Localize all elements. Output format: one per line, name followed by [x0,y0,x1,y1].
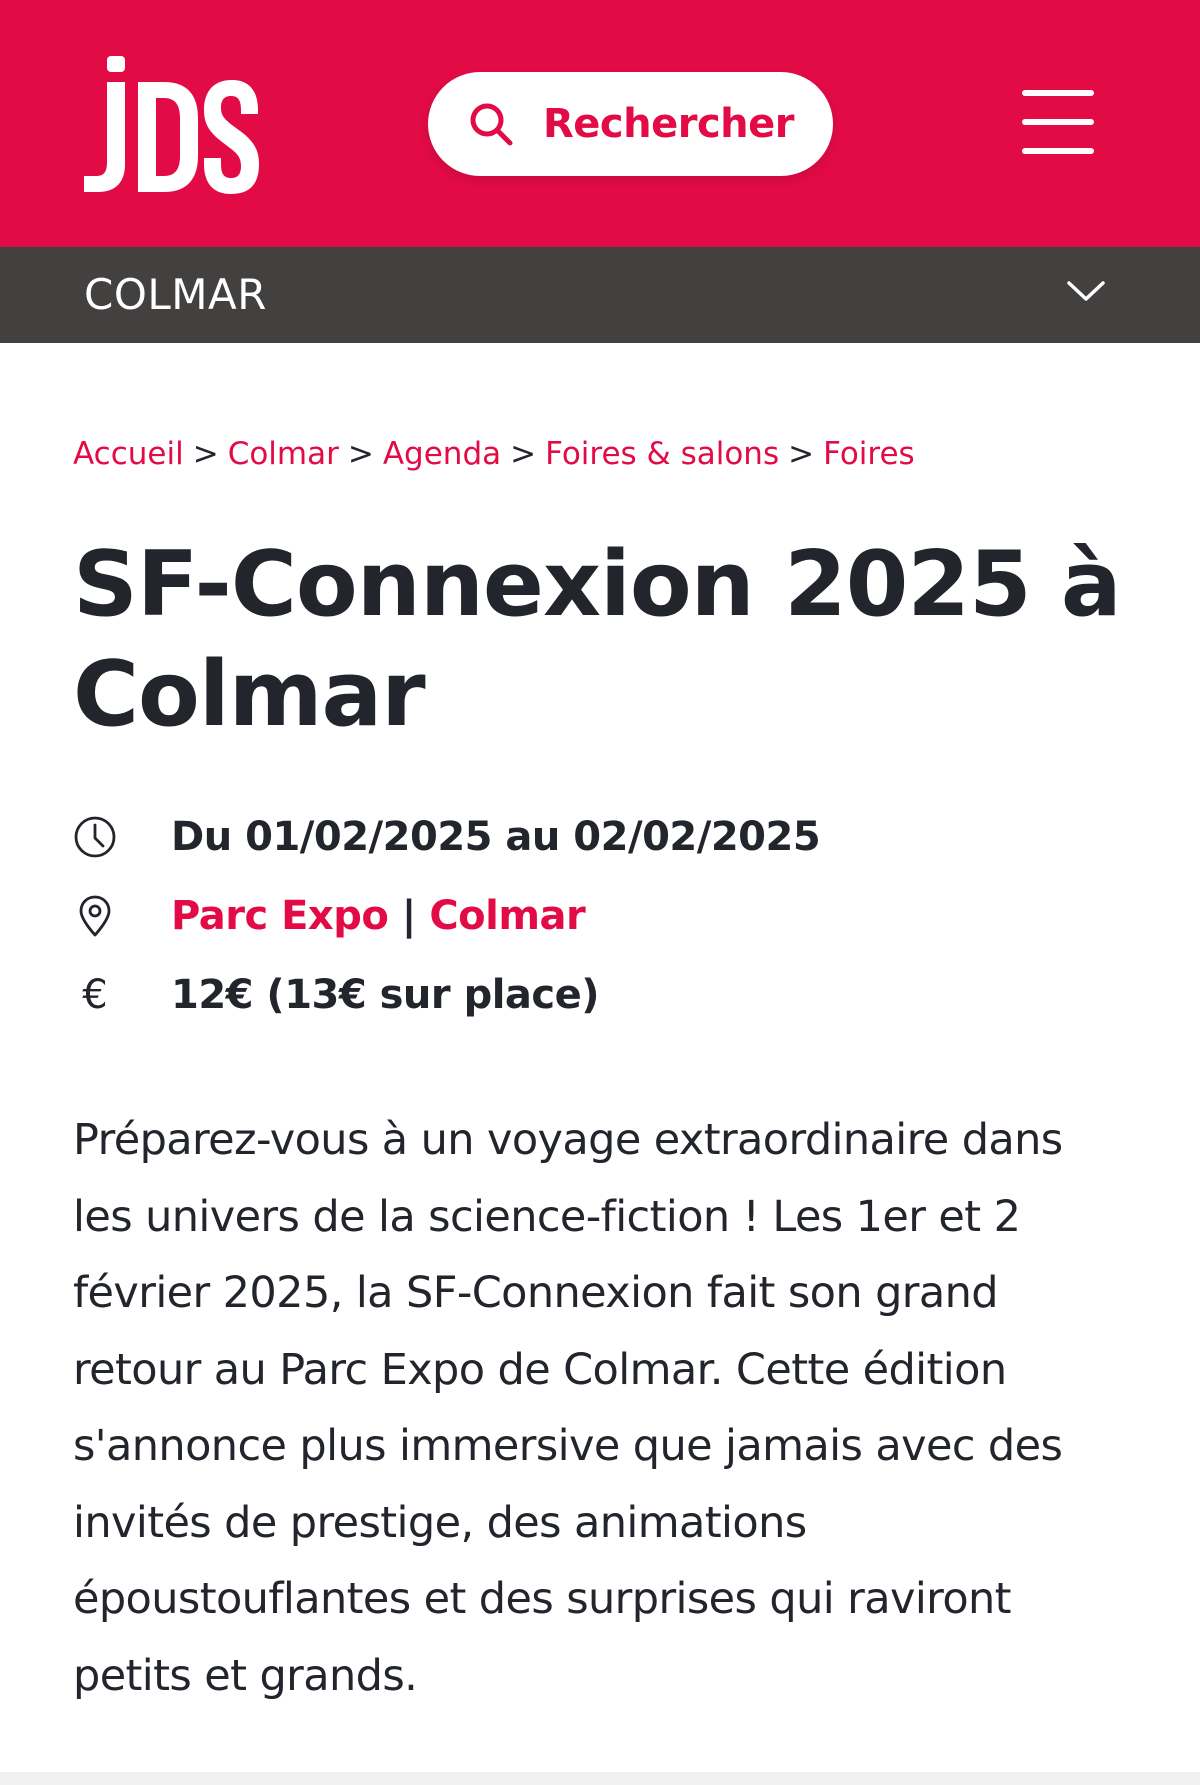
breadcrumb-separator: > [788,436,815,472]
event-description: Préparez-vous à un voyage extraordinaire… [73,1115,1063,1701]
menu-line [1022,90,1094,96]
city-selector[interactable]: COLMAR [0,247,1200,343]
city-link[interactable]: Colmar [429,893,585,939]
venue-separator: | [401,893,417,939]
jds-logo-graphic [84,56,259,194]
event-dates: Du 01/02/2025 au 02/02/2025 [171,814,821,860]
site-header: Rechercher [0,0,1200,247]
site-logo[interactable] [80,52,260,194]
breadcrumb-item-colmar[interactable]: Colmar [228,436,339,472]
chevron-down-icon [1067,281,1105,301]
breadcrumb-separator: > [510,436,537,472]
search-label: Rechercher [542,101,795,147]
clock-icon [73,815,117,859]
bottom-divider [0,1772,1200,1785]
map-pin-icon [73,894,117,938]
breadcrumb-separator: > [347,436,374,472]
menu-line [1022,119,1094,125]
breadcrumb-item-agenda[interactable]: Agenda [383,436,501,472]
event-price: 12€ (13€ sur place) [171,972,600,1018]
breadcrumb-item-accueil[interactable]: Accueil [73,436,184,472]
breadcrumb-separator: > [192,436,219,472]
event-dates-row: Du 01/02/2025 au 02/02/2025 [73,807,821,867]
event-venue-row: Parc Expo | Colmar [73,886,586,946]
euro-glyph: € [82,972,108,1018]
hamburger-menu-icon[interactable] [1022,90,1094,154]
page: Rechercher COLMAR Accueil > Colmar > Agenda >… [0,0,1200,1785]
search-icon [470,103,513,146]
event-venue: Parc Expo | Colmar [171,893,586,939]
euro-icon: € [73,972,117,1018]
page-title: SF-Connexion 2025 à Colmar [73,532,1122,747]
search-button[interactable]: Rechercher [428,72,833,176]
venue-link[interactable]: Parc Expo [171,893,389,939]
breadcrumb: Accueil > Colmar > Agenda > Foires & salons > Fo… [73,436,915,472]
city-selector-label: COLMAR [84,270,267,319]
breadcrumb-item-foires[interactable]: Foires [823,436,915,472]
event-price-row: € 12€ (13€ sur place) [73,965,599,1025]
menu-line [1022,148,1094,154]
breadcrumb-item-foires-salons[interactable]: Foires & salons [545,436,779,472]
